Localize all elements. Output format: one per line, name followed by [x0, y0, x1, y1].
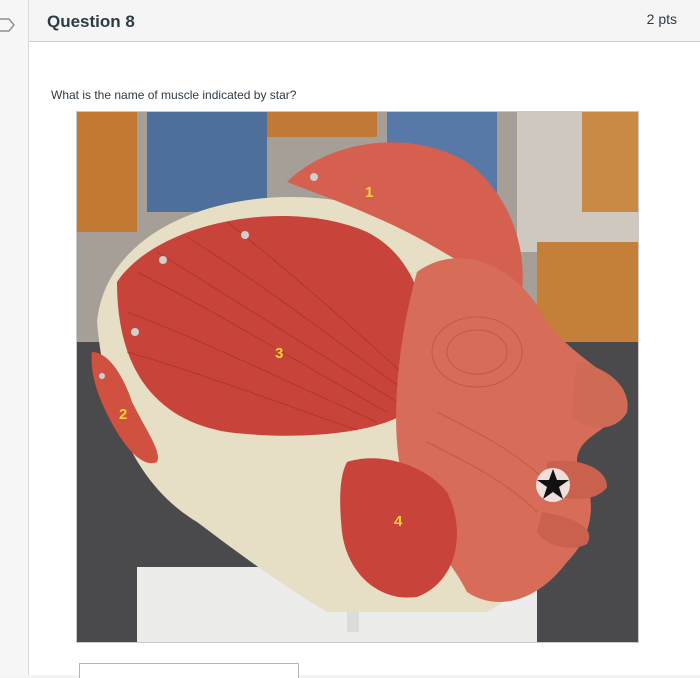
answer-input[interactable]: [79, 663, 299, 678]
question-header: Question 8 2 pts: [29, 0, 700, 42]
collapse-arrow-icon[interactable]: [0, 18, 16, 32]
points-value: 2 pts: [646, 11, 677, 27]
label-1: 1: [365, 184, 373, 201]
left-sidebar-strip: [0, 0, 29, 675]
head-muscle-model-illustration: 1 2 3 4: [77, 112, 638, 642]
anatomy-photo: 1 2 3 4: [76, 111, 639, 643]
question-prompt: What is the name of muscle indicated by …: [51, 88, 297, 102]
star-marker-icon: [536, 468, 570, 502]
label-2: 2: [119, 406, 127, 423]
question-title: Question 8: [47, 12, 135, 31]
label-4: 4: [394, 513, 403, 530]
label-3: 3: [275, 345, 283, 362]
question-card: Question 8 2 pts What is the name of mus…: [28, 0, 700, 678]
